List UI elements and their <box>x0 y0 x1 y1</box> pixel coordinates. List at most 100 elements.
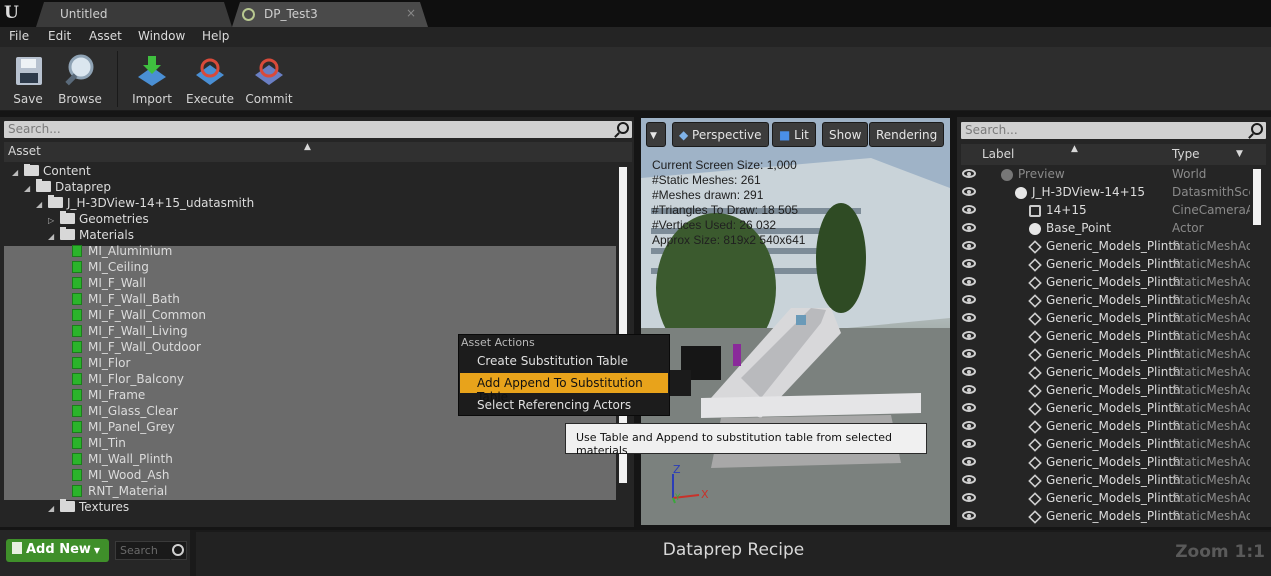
save-button[interactable]: Save <box>0 53 56 106</box>
outliner-row[interactable]: Generic_Models_Plinth StaticMeshAct <box>957 238 1257 256</box>
visibility-eye-icon[interactable] <box>962 241 976 250</box>
material-asset-item[interactable]: MI_Frame <box>72 388 145 404</box>
material-asset-item[interactable]: MI_F_Wall_Outdoor <box>72 340 201 356</box>
menu-window[interactable]: Window <box>138 29 185 43</box>
lit-button[interactable]: ■ Lit <box>772 122 816 147</box>
visibility-eye-icon[interactable] <box>962 169 976 178</box>
collapse-arrow-icon[interactable]: ◢ <box>24 184 36 193</box>
outliner-row[interactable]: Generic_Models_Plinth StaticMeshAct <box>957 454 1257 472</box>
outliner-row[interactable]: Generic_Models_Plinth StaticMeshAct <box>957 310 1257 328</box>
tree-folder-item[interactable]: ▷ Geometries <box>48 211 149 228</box>
material-asset-item[interactable]: MI_Panel_Grey <box>72 420 175 436</box>
type-column-header[interactable]: Type <box>1172 147 1200 161</box>
outliner-search-input[interactable]: Search... <box>961 122 1266 139</box>
visibility-eye-icon[interactable] <box>962 277 976 286</box>
visibility-eye-icon[interactable] <box>962 493 976 502</box>
content-search-input[interactable]: Search... <box>4 121 632 138</box>
outliner-row[interactable]: Generic_Models_Plinth StaticMeshAct <box>957 328 1257 346</box>
outliner-scrollbar-thumb[interactable] <box>1253 169 1261 225</box>
outliner-row[interactable]: 14+15 CineCameraAc <box>957 202 1257 220</box>
close-tab-icon[interactable]: × <box>406 6 416 20</box>
chevron-down-icon[interactable]: ▼ <box>1236 149 1243 159</box>
execute-button[interactable]: Execute <box>182 53 238 106</box>
material-asset-item[interactable]: MI_Flor_Balcony <box>72 372 184 388</box>
tab-untitled[interactable]: Untitled <box>36 2 232 27</box>
material-asset-item[interactable]: MI_Glass_Clear <box>72 404 178 420</box>
material-asset-item[interactable]: MI_F_Wall_Common <box>72 308 206 324</box>
material-asset-item[interactable]: MI_Flor <box>72 356 130 372</box>
add-new-button[interactable]: Add New ▼ <box>6 539 109 562</box>
visibility-eye-icon[interactable] <box>962 439 976 448</box>
expand-arrow-icon[interactable]: ▷ <box>48 216 60 225</box>
collapse-arrow-icon[interactable]: ◢ <box>12 168 24 177</box>
material-asset-item[interactable]: MI_Aluminium <box>72 244 172 260</box>
visibility-eye-icon[interactable] <box>962 385 976 394</box>
collapse-arrow-icon[interactable]: ◢ <box>36 200 48 209</box>
outliner-row[interactable]: Base_Point Actor <box>957 220 1257 238</box>
collapse-arrow-icon[interactable]: ◢ <box>48 232 60 241</box>
outliner-row[interactable]: Generic_Models_Plinth StaticMeshAct <box>957 490 1257 508</box>
visibility-eye-icon[interactable] <box>962 367 976 376</box>
material-asset-item[interactable]: MI_Ceiling <box>72 260 149 276</box>
outliner-row[interactable]: Generic_Models_Plinth StaticMeshAct <box>957 418 1257 436</box>
asset-column-header[interactable]: Asset ▲ <box>4 142 632 162</box>
outliner-row[interactable]: Generic_Models_Plinth StaticMeshAct <box>957 436 1257 454</box>
outliner-row[interactable]: Generic_Models_Plinth StaticMeshAct <box>957 400 1257 418</box>
visibility-eye-icon[interactable] <box>962 313 976 322</box>
outliner-row[interactable]: Generic_Models_Plinth StaticMeshAct <box>957 382 1257 400</box>
outliner-row[interactable]: Generic_Models_Plinth StaticMeshAct <box>957 256 1257 274</box>
visibility-eye-icon[interactable] <box>962 331 976 340</box>
visibility-eye-icon[interactable] <box>962 475 976 484</box>
visibility-eye-icon[interactable] <box>962 511 976 520</box>
perspective-button[interactable]: ◆ Perspective <box>672 122 769 147</box>
menu-edit[interactable]: Edit <box>48 29 71 43</box>
outliner-row[interactable]: J_H-3DView-14+15 DatasmithScen <box>957 184 1257 202</box>
tab-dp-test3[interactable]: DP_Test3 × <box>232 2 428 27</box>
tree-folder-item[interactable]: ◢ Content <box>12 164 91 180</box>
material-asset-item[interactable]: MI_F_Wall <box>72 276 146 292</box>
visibility-eye-icon[interactable] <box>962 295 976 304</box>
outliner-row[interactable]: Generic_Models_Plinth StaticMeshAct <box>957 508 1257 526</box>
label-column-header[interactable]: Label <box>982 147 1014 161</box>
outliner-row[interactable]: Preview World <box>957 166 1257 184</box>
visibility-eye-icon[interactable] <box>962 205 976 214</box>
outliner-row[interactable]: Generic_Models_Plinth StaticMeshAct <box>957 364 1257 382</box>
visibility-eye-icon[interactable] <box>962 421 976 430</box>
browse-button[interactable]: Browse <box>52 53 108 106</box>
material-asset-item[interactable]: MI_F_Wall_Living <box>72 324 188 340</box>
show-button[interactable]: Show <box>822 122 869 147</box>
import-button[interactable]: Import <box>124 53 180 106</box>
menu-file[interactable]: File <box>9 29 29 43</box>
menu-asset[interactable]: Asset <box>89 29 122 43</box>
visibility-eye-icon[interactable] <box>962 457 976 466</box>
outliner-row[interactable]: Generic_Models_Plinth StaticMeshAct <box>957 472 1257 490</box>
select-referencing-actors-item[interactable]: Select Referencing Actors <box>460 395 668 415</box>
outliner-row[interactable]: Generic_Models_Plinth StaticMeshAct <box>957 346 1257 364</box>
visibility-eye-icon[interactable] <box>962 403 976 412</box>
visibility-eye-icon[interactable] <box>962 187 976 196</box>
outliner-row[interactable]: Generic_Models_Plinth StaticMeshAct <box>957 292 1257 310</box>
collapse-arrow-icon[interactable]: ◢ <box>48 504 60 513</box>
tree-folder-item[interactable]: ◢ J_H-3DView-14+15_udatasmith <box>36 195 254 212</box>
preview-viewport[interactable]: ▼ ◆ Perspective ■ Lit Show Rendering Cur… <box>641 118 950 525</box>
menu-help[interactable]: Help <box>202 29 229 43</box>
material-asset-item[interactable]: RNT_Material <box>72 484 167 500</box>
palette-search-input[interactable]: Search <box>115 541 187 560</box>
visibility-eye-icon[interactable] <box>962 223 976 232</box>
add-append-substitution-table-item[interactable]: Add Append To Substitution Table <box>460 373 668 404</box>
tree-folder-item[interactable]: ◢ Textures <box>48 499 129 516</box>
commit-button[interactable]: Commit <box>241 53 297 106</box>
visibility-eye-icon[interactable] <box>962 349 976 358</box>
visibility-eye-icon[interactable] <box>962 259 976 268</box>
outliner-row[interactable]: Generic_Models_Plinth StaticMeshAct <box>957 274 1257 292</box>
material-asset-item[interactable]: MI_Wood_Ash <box>72 468 169 484</box>
material-asset-item[interactable]: MI_Wall_Plinth <box>72 452 173 468</box>
tree-folder-item[interactable]: ◢ Dataprep <box>24 179 111 196</box>
viewport-options-button[interactable]: ▼ <box>646 122 666 147</box>
material-asset-item[interactable]: MI_F_Wall_Bath <box>72 292 180 308</box>
rendering-button[interactable]: Rendering <box>869 122 945 147</box>
tree-folder-item[interactable]: ◢ Materials <box>48 227 134 244</box>
create-substitution-table-item[interactable]: Create Substitution Table <box>460 351 668 371</box>
recipe-graph[interactable]: Dataprep Recipe Zoom 1:1 <box>196 532 1271 576</box>
material-asset-item[interactable]: MI_Tin <box>72 436 126 452</box>
